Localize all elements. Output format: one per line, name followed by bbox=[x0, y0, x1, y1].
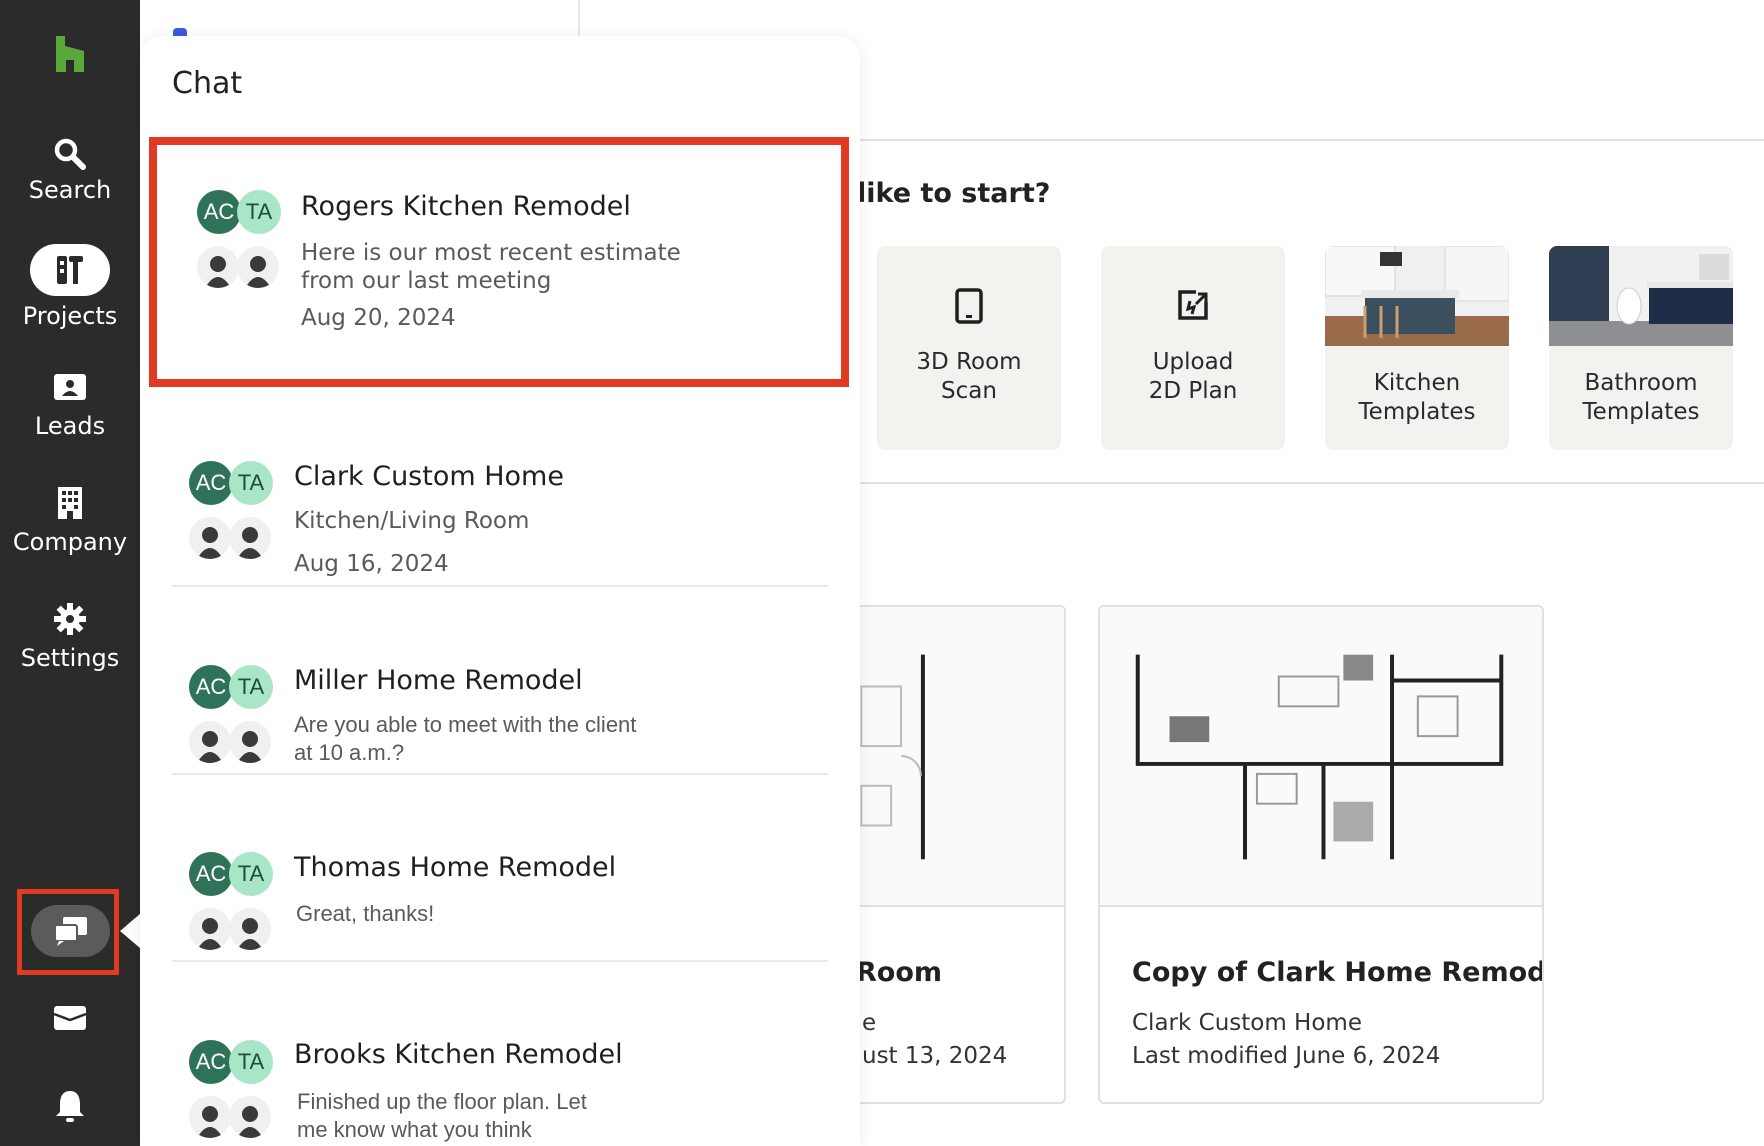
tile-label-line2: Templates bbox=[1582, 399, 1700, 425]
company-icon bbox=[58, 487, 82, 519]
tile-bathroom-templates[interactable]: Bathroom Templates bbox=[1549, 246, 1733, 450]
conversation-title: Miller Home Remodel bbox=[294, 665, 583, 696]
inbox-icon[interactable] bbox=[52, 1004, 88, 1032]
conversation-item[interactable]: AC TA Brooks Kitchen Remodel Finished up… bbox=[172, 962, 828, 1146]
conversation-item[interactable]: AC TA Thomas Home Remodel Great, thanks! bbox=[172, 775, 828, 960]
kitchen-photo bbox=[1325, 246, 1509, 346]
conversation-item[interactable]: AC TA Rogers Kitchen Remodel Here is our… bbox=[149, 137, 849, 387]
chat-icon bbox=[53, 917, 87, 946]
sidebar-item-label: Company bbox=[12, 528, 128, 556]
card-subtitle: e bbox=[862, 1010, 877, 1036]
user-icon bbox=[237, 246, 279, 288]
tile-upload-2d-plan[interactable]: Upload 2D Plan bbox=[1101, 246, 1285, 450]
sidebar-item-label: Projects bbox=[22, 302, 118, 330]
conversation-title: Rogers Kitchen Remodel bbox=[301, 191, 631, 222]
participant-avatars: AC TA bbox=[189, 852, 273, 952]
conversation-item[interactable]: AC TA Clark Custom Home Kitchen/Living R… bbox=[172, 381, 828, 581]
user-icon bbox=[229, 721, 271, 763]
avatar: AC bbox=[189, 1040, 233, 1084]
gear-icon bbox=[54, 603, 86, 635]
chat-panel-caret bbox=[120, 914, 140, 948]
projects-icon bbox=[57, 256, 83, 284]
tile-label-line1: Kitchen bbox=[1373, 370, 1461, 396]
avatar: AC bbox=[197, 190, 241, 234]
user-icon bbox=[189, 517, 231, 559]
sidebar-item-settings[interactable]: Settings bbox=[0, 602, 140, 672]
bathroom-photo bbox=[1549, 246, 1733, 346]
avatar: AC bbox=[189, 665, 233, 709]
bell-icon[interactable] bbox=[52, 1088, 88, 1124]
participant-avatars: AC TA bbox=[189, 1040, 273, 1140]
conversation-message: Are you able to meet with the client at … bbox=[294, 712, 637, 765]
conversation-message: Finished up the floor plan. Let me know … bbox=[297, 1089, 587, 1142]
tile-label-line1: Bathroom bbox=[1584, 370, 1698, 396]
user-icon bbox=[197, 246, 239, 288]
card-subtitle: Clark Custom Home bbox=[1132, 1010, 1362, 1036]
tile-3d-room-scan[interactable]: 3D Room Scan bbox=[877, 246, 1061, 450]
start-question: like to start? bbox=[857, 178, 1051, 209]
sidebar-item-label: Search bbox=[28, 176, 112, 204]
tile-label-line1: 3D Room bbox=[916, 349, 1022, 375]
phone-icon bbox=[955, 288, 983, 324]
sidebar-item-label: Settings bbox=[20, 644, 120, 672]
conversation-item[interactable]: AC TA Miller Home Remodel Are you able t… bbox=[172, 587, 828, 772]
floor-plan-thumbnail bbox=[1100, 607, 1542, 907]
conversation-message: Kitchen/Living Room bbox=[294, 508, 530, 534]
conversation-message: Here is our most recent estimate from ou… bbox=[301, 240, 681, 294]
avatar: TA bbox=[237, 190, 281, 234]
section-divider bbox=[860, 482, 1764, 484]
avatar: TA bbox=[229, 1040, 273, 1084]
houzz-logo[interactable] bbox=[50, 34, 90, 74]
leads-icon bbox=[54, 374, 86, 400]
sidebar-item-label: Leads bbox=[34, 412, 106, 440]
app-window: like to start? 3D Room Scan Upload 2D Pl… bbox=[0, 0, 1764, 1146]
card-title: Room bbox=[856, 957, 943, 988]
sidebar-item-search[interactable]: Search bbox=[0, 136, 140, 204]
user-icon bbox=[189, 721, 231, 763]
card-modified: Last modified June 6, 2024 bbox=[1132, 1043, 1441, 1069]
sidebar-item-company[interactable]: Company bbox=[0, 486, 140, 556]
avatar: AC bbox=[189, 461, 233, 505]
participant-avatars: AC TA bbox=[189, 665, 273, 765]
search-icon bbox=[54, 138, 86, 170]
conversation-date: Aug 20, 2024 bbox=[301, 305, 456, 331]
conversation-date: Aug 16, 2024 bbox=[294, 551, 449, 577]
sidebar-item-leads[interactable]: Leads bbox=[0, 372, 140, 440]
upload-plan-icon bbox=[1178, 290, 1208, 320]
project-card[interactable]: Copy of Clark Home Remod... Clark Custom… bbox=[1098, 605, 1544, 1104]
conversation-title: Brooks Kitchen Remodel bbox=[294, 1039, 623, 1070]
card-modified: ust 13, 2024 bbox=[862, 1043, 1008, 1069]
conversation-message: Great, thanks! bbox=[296, 901, 435, 926]
user-icon bbox=[189, 908, 231, 950]
avatar: TA bbox=[229, 852, 273, 896]
tile-label-line1: Upload bbox=[1152, 349, 1234, 375]
chat-button[interactable] bbox=[31, 905, 110, 957]
participant-avatars: AC TA bbox=[197, 190, 281, 290]
participant-avatars: AC TA bbox=[189, 461, 273, 561]
active-indicator bbox=[30, 244, 110, 296]
avatar: TA bbox=[229, 665, 273, 709]
user-icon bbox=[229, 1096, 271, 1138]
conversation-title: Clark Custom Home bbox=[294, 461, 564, 492]
chat-title: Chat bbox=[172, 66, 243, 101]
card-title: Copy of Clark Home Remod... bbox=[1132, 957, 1544, 988]
header-bottom-divider bbox=[860, 139, 1764, 141]
user-icon bbox=[189, 1096, 231, 1138]
sidebar-item-projects[interactable]: Projects bbox=[0, 244, 140, 330]
tile-label-line2: 2D Plan bbox=[1148, 378, 1238, 404]
conversation-title: Thomas Home Remodel bbox=[294, 852, 617, 883]
tile-kitchen-templates[interactable]: Kitchen Templates bbox=[1325, 246, 1509, 450]
chat-panel: Chat AC TA Rogers Kitchen Remodel Here i… bbox=[140, 36, 860, 1146]
tile-label-line2: Scan bbox=[941, 378, 997, 404]
user-icon bbox=[229, 908, 271, 950]
sidebar: Search Projects Leads Company Settings bbox=[0, 0, 140, 1146]
tile-label-line2: Templates bbox=[1358, 399, 1476, 425]
avatar: TA bbox=[229, 461, 273, 505]
avatar: AC bbox=[189, 852, 233, 896]
user-icon bbox=[229, 517, 271, 559]
